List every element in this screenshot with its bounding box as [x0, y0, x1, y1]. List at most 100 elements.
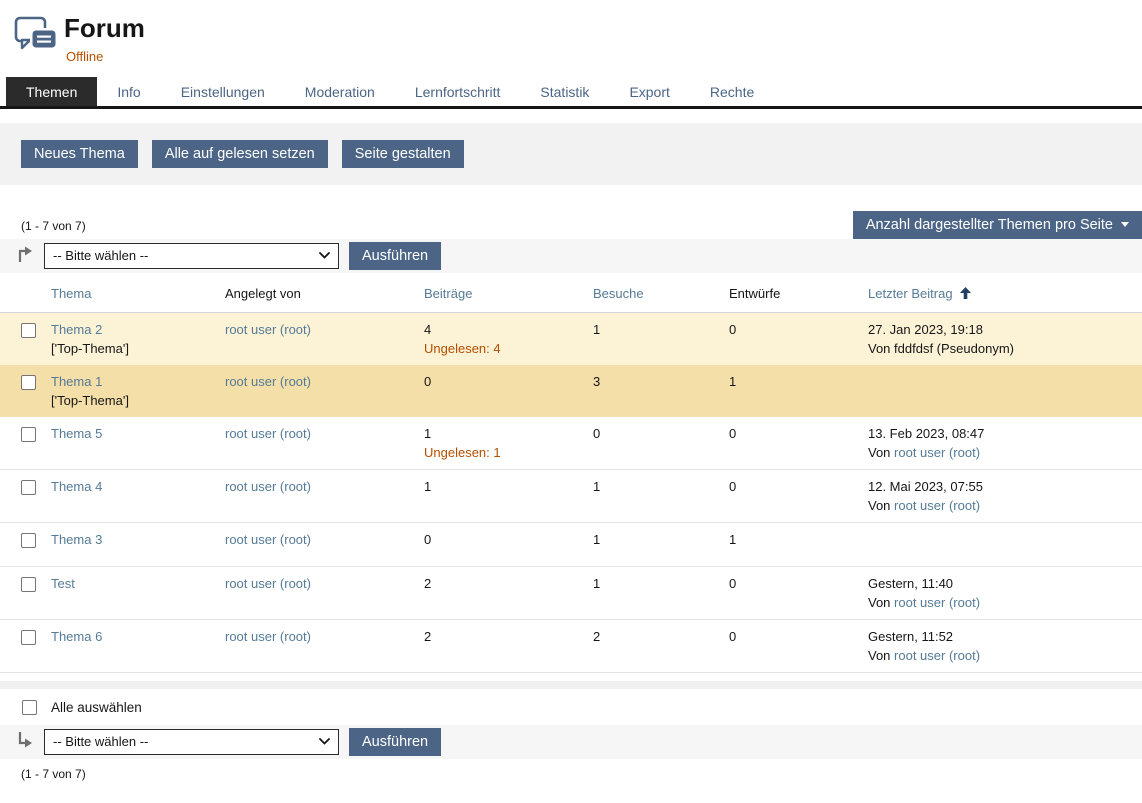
topic-posts-cell: 0: [424, 531, 593, 558]
topics-per-page-button[interactable]: Anzahl dargestellter Themen pro Seite: [853, 211, 1142, 239]
topic-row-checkbox[interactable]: [21, 577, 36, 592]
topic-visits-count: 1: [593, 575, 729, 611]
topic-posts-count: 2: [424, 628, 583, 645]
bulk-action-selected-value: -- Bitte wählen --: [53, 248, 148, 263]
topic-title-link[interactable]: Thema 1: [51, 373, 215, 390]
topic-lastpost-author[interactable]: fddfdsf (Pseudonym): [894, 341, 1014, 356]
tab-rechte[interactable]: Rechte: [690, 77, 774, 106]
topic-row-checkbox[interactable]: [21, 427, 36, 442]
chevron-down-icon: [319, 252, 330, 259]
topics-per-page-label: Anzahl dargestellter Themen pro Seite: [866, 216, 1113, 234]
topic-drafts-count: 1: [729, 373, 868, 409]
topic-row-checkbox[interactable]: [21, 323, 36, 338]
mark-all-read-button[interactable]: Alle auf gelesen setzen: [152, 140, 328, 168]
topic-lastpost-author[interactable]: root user (root): [894, 445, 980, 460]
topic-row: Thema 3 root user (root) 0 1 1: [0, 523, 1142, 567]
topic-title-link[interactable]: Test: [51, 575, 215, 592]
topic-author-link[interactable]: root user (root): [225, 374, 311, 389]
topic-title-cell: Thema 5: [51, 425, 225, 461]
topic-visits-count: 1: [593, 321, 729, 357]
topic-author-link[interactable]: root user (root): [225, 629, 311, 644]
tab-moderation[interactable]: Moderation: [285, 77, 395, 106]
topic-row-checkbox[interactable]: [21, 480, 36, 495]
execute-button-top[interactable]: Ausführen: [349, 242, 441, 270]
topic-title-link[interactable]: Thema 2: [51, 321, 215, 338]
topic-lastpost-cell: Gestern, 11:52 Von root user (root): [868, 628, 1142, 664]
column-header-thema[interactable]: Thema: [51, 285, 225, 302]
topic-author-link[interactable]: root user (root): [225, 532, 311, 547]
topic-title-link[interactable]: Thema 6: [51, 628, 215, 645]
topic-lastpost-author[interactable]: root user (root): [894, 648, 980, 663]
topic-row-checkbox[interactable]: [21, 630, 36, 645]
topic-lastpost-von-label: Von: [868, 595, 890, 610]
topic-author-link[interactable]: root user (root): [225, 576, 311, 591]
topic-posts-count: 0: [424, 373, 583, 390]
topic-subtitle: ['Top-Thema']: [51, 340, 215, 357]
topic-lastpost-author[interactable]: root user (root): [894, 498, 980, 513]
new-topic-button[interactable]: Neues Thema: [21, 140, 138, 168]
topic-title-cell: Thema 1 ['Top-Thema']: [51, 373, 225, 409]
topic-drafts-count: 0: [729, 628, 868, 664]
topic-author-link[interactable]: root user (root): [225, 479, 311, 494]
topic-unread-count: Ungelesen: 1: [424, 444, 583, 461]
topic-lastpost-author-line: Von root user (root): [868, 444, 1132, 461]
topic-lastpost-author[interactable]: root user (root): [894, 595, 980, 610]
sort-ascending-icon: [960, 287, 971, 299]
topic-title-link[interactable]: Thema 4: [51, 478, 215, 495]
row-checkbox-cell: [21, 531, 51, 558]
topic-row-checkbox[interactable]: [21, 375, 36, 390]
row-checkbox-cell: [21, 321, 51, 357]
topic-unread-count: Ungelesen: 4: [424, 340, 583, 357]
tab-lernfortschritt[interactable]: Lernfortschritt: [395, 77, 521, 106]
style-page-button[interactable]: Seite gestalten: [342, 140, 464, 168]
topic-drafts-count: 0: [729, 321, 868, 357]
topic-lastpost-date: 12. Mai 2023, 07:55: [868, 478, 1132, 495]
tab-statistik[interactable]: Statistik: [520, 77, 609, 106]
topic-title-link[interactable]: Thema 5: [51, 425, 215, 442]
topic-posts-cell: 1: [424, 478, 593, 514]
bulk-action-selected-value-bottom: -- Bitte wählen --: [53, 734, 148, 749]
topic-author-link[interactable]: root user (root): [225, 322, 311, 337]
topic-lastpost-author-line: Von fddfdsf (Pseudonym): [868, 340, 1132, 357]
topic-row: Thema 4 root user (root) 1 1 0 12. Mai 2…: [0, 470, 1142, 523]
topic-title-cell: Thema 2 ['Top-Thema']: [51, 321, 225, 357]
select-all-checkbox[interactable]: [22, 700, 37, 715]
row-checkbox-cell: [21, 373, 51, 409]
apply-to-above-arrow-icon: [16, 245, 34, 266]
tab-info[interactable]: Info: [97, 77, 160, 106]
topic-lastpost-date: 13. Feb 2023, 08:47: [868, 425, 1132, 442]
topic-drafts-count: 1: [729, 531, 868, 558]
chevron-down-icon: [319, 738, 330, 745]
column-header-besuche[interactable]: Besuche: [593, 285, 729, 302]
topic-row-checkbox[interactable]: [21, 533, 36, 548]
caret-down-icon: [1121, 222, 1129, 227]
topic-posts-cell: 1 Ungelesen: 1: [424, 425, 593, 461]
topic-visits-count: 3: [593, 373, 729, 409]
execute-button-bottom[interactable]: Ausführen: [349, 728, 441, 756]
bulk-action-row-bottom: -- Bitte wählen -- Ausführen: [0, 725, 1142, 759]
topic-title-link[interactable]: Thema 3: [51, 531, 215, 548]
bulk-action-select-bottom[interactable]: -- Bitte wählen --: [44, 729, 339, 755]
row-checkbox-cell: [21, 575, 51, 611]
column-header-letzter-beitrag[interactable]: Letzter Beitrag: [868, 285, 1142, 302]
tab-export[interactable]: Export: [609, 77, 689, 106]
topic-author-link[interactable]: root user (root): [225, 426, 311, 441]
topic-row: Test root user (root) 2 1 0 Gestern, 11:…: [0, 567, 1142, 620]
topic-visits-count: 1: [593, 478, 729, 514]
column-header-entwuerfe: Entwürfe: [729, 285, 868, 302]
topic-lastpost-cell: 12. Mai 2023, 07:55 Von root user (root): [868, 478, 1142, 514]
topic-posts-cell: 2: [424, 575, 593, 611]
topic-lastpost-cell: [868, 531, 1142, 558]
tab-themen[interactable]: Themen: [6, 77, 97, 106]
topic-row: Thema 1 ['Top-Thema'] root user (root) 0…: [0, 365, 1142, 417]
bulk-action-select[interactable]: -- Bitte wählen --: [44, 243, 339, 269]
result-count-top: (1 - 7 von 7): [21, 219, 86, 239]
topic-lastpost-date: 27. Jan 2023, 19:18: [868, 321, 1132, 338]
tab-bar: Themen Info Einstellungen Moderation Ler…: [0, 77, 1142, 109]
bulk-action-row-top: -- Bitte wählen -- Ausführen: [0, 239, 1142, 273]
column-header-beitraege[interactable]: Beiträge: [424, 285, 593, 302]
tab-einstellungen[interactable]: Einstellungen: [161, 77, 285, 106]
row-checkbox-cell: [21, 425, 51, 461]
topic-lastpost-date: Gestern, 11:52: [868, 628, 1132, 645]
topic-title-cell: Thema 4: [51, 478, 225, 514]
